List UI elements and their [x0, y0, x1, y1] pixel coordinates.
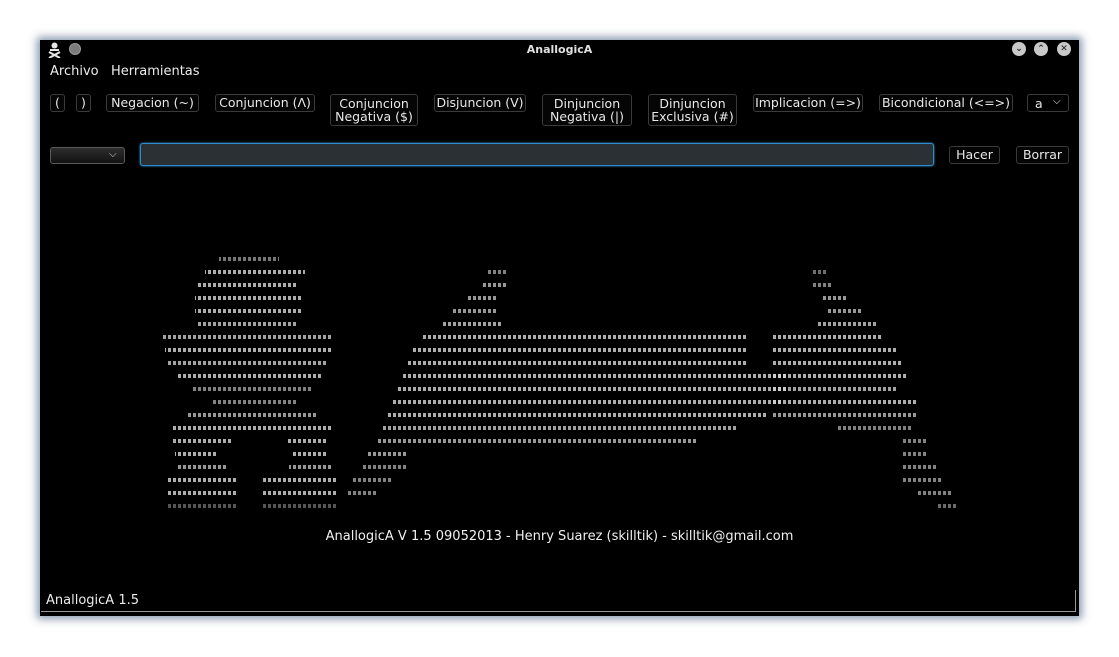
dinjuncion-exclusiva-line2: Exclusiva (#) — [651, 109, 734, 124]
bicondicional-button[interactable]: Bicondicional (<=>) — [879, 94, 1013, 112]
logo-dot-row — [812, 270, 827, 274]
negacion-button[interactable]: Negacion (~) — [106, 94, 199, 112]
disjuncion-button[interactable]: Disjuncion (V) — [434, 94, 526, 112]
hacer-button[interactable]: Hacer — [949, 146, 1000, 164]
logo-dot-row — [902, 439, 927, 443]
logo-dot-row — [902, 465, 937, 469]
logo-dot-row — [772, 374, 907, 378]
logo-dot-row — [397, 387, 787, 391]
borrar-button[interactable]: Borrar — [1016, 146, 1069, 164]
logo-dot-row — [817, 322, 877, 326]
logo-dot-pattern — [162, 257, 957, 508]
logo-dot-row — [917, 491, 952, 495]
logo-dot-row — [195, 309, 302, 313]
logo-dot-row — [195, 296, 302, 300]
logo-dot-row — [377, 439, 697, 443]
logo-dot-row — [212, 400, 297, 404]
formula-input[interactable] — [140, 143, 934, 166]
logo-dot-row — [175, 452, 217, 456]
logo-dot-row — [837, 426, 912, 430]
conjuncion-negativa-button[interactable]: Conjuncion Negativa ($) — [330, 94, 418, 126]
dinjuncion-exclusiva-button[interactable]: Dinjuncion Exclusiva (#) — [648, 94, 737, 126]
logo-dot-row — [219, 257, 279, 261]
logo-dot-row — [352, 478, 392, 482]
output-canvas: AnallogicA V 1.5 09052013 - Henry Suarez… — [47, 175, 1072, 582]
logo-dot-row — [197, 322, 297, 326]
logo-dot-row — [192, 387, 312, 391]
logo-dot-row — [367, 452, 407, 456]
logo-dot-row — [392, 400, 782, 404]
logo-dot-row — [289, 465, 332, 469]
logo-dot-row — [772, 400, 917, 404]
dinjuncion-negativa-button[interactable]: Dinjuncion Negativa (|) — [542, 94, 632, 126]
chevron-down-icon: ⌵ — [1053, 96, 1061, 107]
logo-dot-row — [902, 452, 927, 456]
logo-dot-row — [347, 491, 377, 495]
logo-dot-row — [177, 465, 227, 469]
logo-dot-row — [262, 478, 337, 482]
logo-dot-row — [482, 283, 507, 287]
logo-dot-row — [172, 439, 232, 443]
chevron-down-icon: ⌵ — [109, 149, 117, 160]
logo-dot-row — [442, 322, 502, 326]
logo-dot-row — [827, 309, 862, 313]
logo-dot-row — [167, 491, 237, 495]
logo-dot-row — [205, 270, 305, 274]
app-window: AnallogicA ⌄ ⌃ ✕ Archivo Herramientas ( … — [40, 40, 1079, 616]
conjuncion-negativa-line2: Negativa ($) — [335, 109, 413, 124]
logo-dot-row — [165, 348, 332, 352]
variable-select-value: a — [1035, 96, 1043, 111]
logo-dot-row — [467, 296, 497, 300]
logo-dot-row — [812, 283, 832, 287]
logo-art — [162, 257, 957, 508]
dinjuncion-negativa-line2: Negativa (|) — [549, 109, 624, 124]
logo-dot-row — [167, 361, 327, 365]
open-paren-button[interactable]: ( — [50, 94, 65, 112]
logo-dot-row — [262, 504, 337, 508]
status-text: AnallogicA 1.5 — [46, 593, 139, 608]
logo-dot-row — [937, 504, 957, 508]
logo-dot-row — [197, 283, 297, 287]
logo-dot-row — [382, 426, 737, 430]
logo-dot-row — [387, 413, 767, 417]
logo-dot-row — [162, 335, 332, 339]
logo-dot-row — [292, 452, 327, 456]
status-bar: AnallogicA 1.5 — [41, 590, 1076, 612]
implicacion-button[interactable]: Implicacion (=>) — [753, 94, 863, 112]
conjuncion-button[interactable]: Conjuncion (Λ) — [215, 94, 315, 112]
logo-dot-row — [822, 296, 847, 300]
minimize-icon[interactable]: ⌄ — [1012, 42, 1026, 56]
logo-dot-row — [177, 374, 322, 378]
logo-dot-row — [452, 309, 497, 313]
variable-select[interactable]: a ⌵ — [1027, 94, 1069, 112]
menu-archivo[interactable]: Archivo — [50, 64, 99, 79]
logo-dot-row — [772, 413, 917, 417]
logo-dot-row — [487, 270, 507, 274]
close-icon[interactable]: ✕ — [1057, 42, 1071, 56]
close-paren-button[interactable]: ) — [76, 94, 91, 112]
logo-dot-row — [772, 361, 902, 365]
logo-dot-row — [407, 361, 747, 365]
history-combo[interactable]: ⌵ — [50, 147, 125, 164]
logo-dot-row — [412, 348, 747, 352]
menu-bar: Archivo Herramientas — [40, 62, 1079, 82]
logo-dot-row — [422, 335, 747, 339]
logo-dot-row — [362, 465, 407, 469]
logo-dot-row — [772, 387, 897, 391]
window-title: AnallogicA — [526, 43, 593, 56]
logo-dot-row — [772, 348, 897, 352]
logo-dot-row — [172, 426, 332, 430]
logo-dot-row — [287, 439, 327, 443]
credits-text: AnallogicA V 1.5 09052013 - Henry Suarez… — [325, 529, 794, 544]
logo-dot-row — [167, 504, 237, 508]
menu-herramientas[interactable]: Herramientas — [111, 64, 200, 79]
title-bar[interactable]: AnallogicA ⌄ ⌃ ✕ — [40, 40, 1079, 60]
logo-dot-row — [167, 478, 237, 482]
logo-dot-row — [402, 374, 787, 378]
logo-dot-row — [262, 491, 337, 495]
logo-dot-row — [902, 478, 942, 482]
logo-dot-row — [187, 413, 317, 417]
logo-dot-row — [772, 335, 882, 339]
maximize-icon[interactable]: ⌃ — [1034, 42, 1048, 56]
